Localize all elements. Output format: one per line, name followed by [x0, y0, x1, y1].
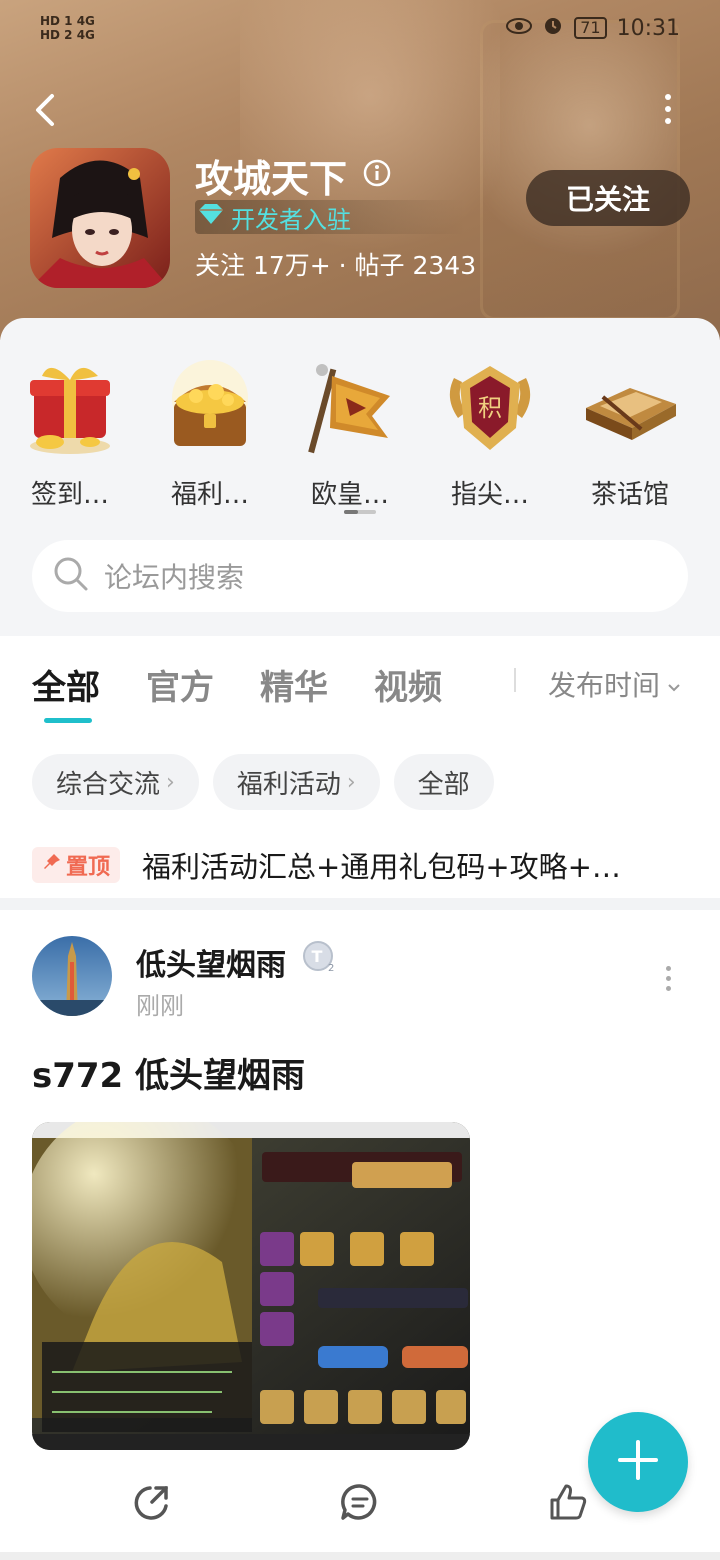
sort-label: 发布时间 [548, 669, 661, 702]
chip-label: 福利活动 [236, 769, 341, 800]
chip-label: 全部 [417, 769, 470, 800]
svg-text:积: 积 [478, 394, 502, 422]
chevron-right-icon: › [166, 769, 175, 795]
post-time: 刚刚 [136, 992, 184, 1020]
emblem-icon: 积 [440, 358, 540, 458]
category-chips: 综合交流 › 福利活动 › 全部 [32, 754, 494, 810]
comment-button[interactable] [338, 1480, 382, 1524]
war-flag-icon [300, 358, 400, 458]
search-placeholder: 论坛内搜索 [104, 561, 245, 594]
sim2-label: HD 2 4G [40, 28, 95, 42]
post-more-button[interactable] [666, 966, 674, 996]
post-image[interactable] [32, 1122, 470, 1450]
signal-info: HD 1 4G HD 2 4G [40, 14, 95, 42]
dot-icon [665, 106, 671, 112]
bottom-divider [0, 1552, 720, 1560]
post-username[interactable]: 低头望烟雨 [136, 940, 286, 984]
diamond-icon [197, 202, 225, 232]
alarm-icon [542, 14, 564, 42]
developer-badge-label: 开发者入驻 [231, 205, 351, 234]
level-badge-icon: T2 [302, 940, 336, 974]
forum-title: 攻城天下 [195, 157, 348, 201]
plus-icon [616, 1438, 660, 1486]
quick-link-welfare[interactable]: 福利… [140, 346, 280, 511]
tab-bar: 全部 官方 精华 视频 [32, 660, 442, 709]
gift-icon [20, 358, 120, 458]
back-button[interactable] [30, 90, 62, 130]
chip-welfare[interactable]: 福利活动 › [212, 754, 380, 810]
dot-icon [666, 986, 671, 991]
forum-stats: 关注 17万+ · 帖子 2343 [195, 251, 477, 280]
clock-time: 10:31 [616, 15, 680, 41]
battery-icon: 71 [574, 17, 607, 39]
forum-header: HD 1 4G HD 2 4G 71 10:31 攻城天下 开发者入驻 关注 1… [0, 0, 720, 340]
chip-all[interactable]: 全部 [393, 754, 494, 810]
share-button[interactable] [130, 1480, 174, 1524]
game-icon[interactable] [30, 148, 170, 288]
follow-button[interactable]: 已关注 [526, 170, 690, 226]
create-post-button[interactable] [588, 1412, 688, 1512]
tab-official[interactable]: 官方 [146, 660, 214, 709]
svg-text:T: T [312, 947, 323, 966]
avatar[interactable] [32, 936, 112, 1016]
quick-link-teahouse[interactable]: 茶话馆 [560, 346, 700, 511]
quick-link-lucky[interactable]: 欧皇… [280, 346, 420, 511]
page-indicator [344, 510, 376, 514]
pinned-badge-label: 置顶 [66, 855, 111, 880]
forum-card: 签到… 福利… 欧皇… 积 指尖… 茶话馆 论坛内搜索 [0, 318, 720, 636]
quick-link-label: 指尖… [450, 480, 529, 510]
post-title[interactable]: s772 低头望烟雨 [32, 1048, 305, 1097]
info-icon[interactable] [362, 158, 392, 188]
quick-links: 签到… 福利… 欧皇… 积 指尖… 茶话馆 [0, 346, 720, 511]
active-tab-indicator [44, 718, 92, 723]
filter-section: 全部 官方 精华 视频 发布时间 综合交流 › 福利活动 › 全部 置顶 福利活… [0, 636, 720, 898]
book-icon [580, 358, 680, 458]
status-bar: HD 1 4G HD 2 4G 71 10:31 [0, 8, 720, 48]
chevron-right-icon: › [346, 769, 356, 795]
quick-link-label: 签到… [30, 480, 109, 510]
chevron-down-icon [666, 668, 682, 701]
treasure-chest-icon [160, 358, 260, 458]
dot-icon [665, 94, 671, 100]
eye-icon [506, 16, 533, 41]
tab-video[interactable]: 视频 [374, 660, 442, 709]
search-icon [52, 555, 90, 597]
quick-link-label: 茶话馆 [590, 480, 669, 510]
pinned-post-title: 福利活动汇总+通用礼包码+攻略+… [142, 850, 621, 884]
quick-link-label: 福利… [170, 480, 249, 510]
like-button[interactable] [546, 1480, 590, 1524]
chip-general[interactable]: 综合交流 › [32, 754, 199, 810]
pin-icon [42, 852, 62, 878]
dot-icon [665, 118, 671, 124]
more-options-button[interactable] [662, 94, 674, 126]
sim1-label: HD 1 4G [40, 14, 95, 28]
page-indicator-active [344, 510, 358, 514]
status-right: 71 10:31 [506, 14, 680, 42]
quick-link-fingertip[interactable]: 积 指尖… [420, 346, 560, 511]
search-input[interactable]: 论坛内搜索 [32, 540, 688, 612]
pinned-badge: 置顶 [32, 847, 121, 883]
pinned-post[interactable]: 置顶 福利活动汇总+通用礼包码+攻略+… [32, 844, 692, 886]
quick-link-label: 欧皇… [310, 480, 389, 510]
chip-label: 综合交流 [56, 769, 161, 800]
dot-icon [666, 966, 671, 971]
developer-badge: 开发者入驻 [195, 200, 465, 234]
divider [514, 668, 516, 692]
dot-icon [666, 976, 671, 981]
tab-featured[interactable]: 精华 [260, 660, 328, 709]
tab-all[interactable]: 全部 [32, 660, 100, 709]
svg-text:2: 2 [328, 963, 334, 974]
sort-dropdown[interactable]: 发布时间 [548, 664, 682, 704]
quick-link-signin[interactable]: 签到… [0, 346, 140, 511]
